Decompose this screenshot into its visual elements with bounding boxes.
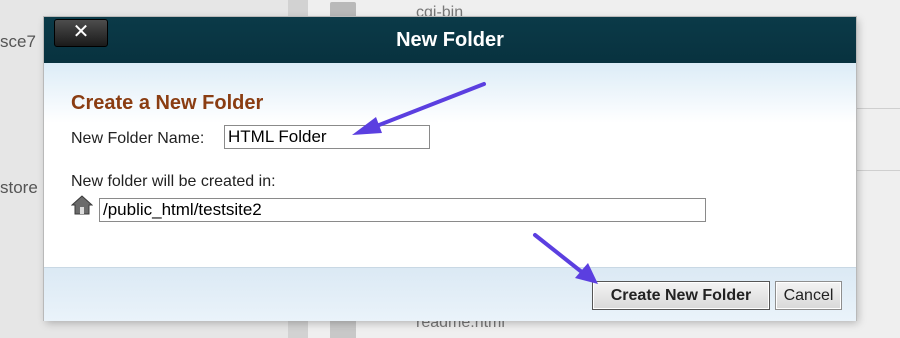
form-heading: Create a New Folder bbox=[71, 92, 264, 114]
folder-name-input[interactable] bbox=[224, 125, 430, 149]
dialog-title: New Folder bbox=[396, 29, 504, 51]
background-text-fragment: store bbox=[0, 178, 38, 197]
new-folder-dialog: ✕ New Folder Create a New Folder New Fol… bbox=[44, 17, 856, 321]
background-divider bbox=[856, 170, 900, 171]
folder-path-label: New folder will be created in: bbox=[71, 173, 276, 190]
dialog-body: Create a New Folder New Folder Name: New… bbox=[44, 63, 856, 267]
create-new-folder-button[interactable]: Create New Folder bbox=[592, 281, 770, 310]
background-text-fragment: sce7 bbox=[0, 32, 36, 51]
home-icon bbox=[71, 195, 93, 215]
dialog-titlebar: ✕ New Folder bbox=[44, 17, 856, 63]
dialog-footer: Create New Folder Cancel bbox=[44, 267, 856, 321]
folder-icon bbox=[330, 2, 356, 18]
folder-path-input[interactable] bbox=[99, 198, 706, 222]
folder-name-label: New Folder Name: bbox=[71, 130, 205, 147]
screen: sce7 store cgi-bin readme.html ✕ New Fol… bbox=[0, 0, 900, 338]
html-file-icon bbox=[330, 318, 356, 338]
background-divider bbox=[856, 108, 900, 109]
cancel-button[interactable]: Cancel bbox=[775, 281, 842, 310]
